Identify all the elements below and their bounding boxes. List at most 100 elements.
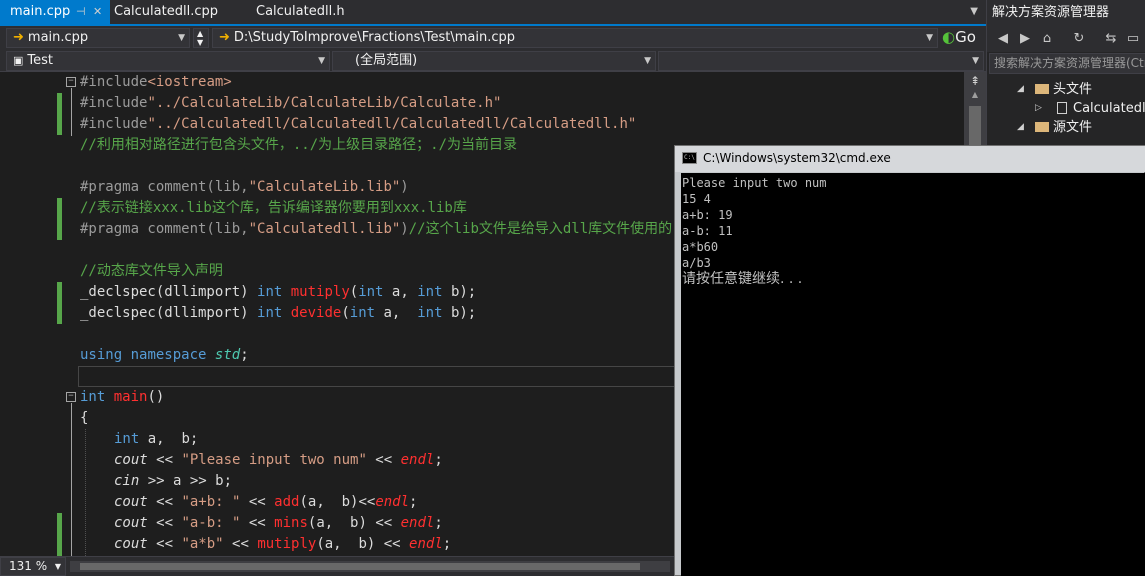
token: cout — [114, 515, 148, 531]
horizontal-scrollbar[interactable] — [70, 561, 670, 572]
tree-item-header-files[interactable]: ◢ 头文件 — [1017, 80, 1092, 99]
close-icon[interactable]: ✕ — [93, 0, 102, 24]
scope-combo-value: (全局范围) — [355, 53, 418, 68]
chevron-down-icon: ▼ — [644, 56, 651, 66]
zoom-combo[interactable]: 131 % ▼ — [0, 557, 66, 576]
code-line-17: { — [80, 410, 89, 426]
collapse-icon[interactable]: − — [66, 77, 76, 87]
lib-name: "CalculateLib.lib" — [248, 179, 401, 195]
function-name: mutiply — [290, 284, 350, 300]
token: using — [80, 347, 123, 363]
tab-label: Calculatedll.cpp — [114, 4, 218, 19]
arrow-icon: ➜ — [13, 30, 24, 45]
solution-search-input[interactable]: 搜索解决方案资源管理器(Ctrl — [989, 53, 1145, 74]
forward-icon[interactable]: ▶ — [1017, 30, 1033, 48]
token: ; — [434, 452, 443, 468]
solution-explorer-toolbar: ◀ ▶ ⌂ ↻ ⇆ ▭ — [987, 26, 1145, 52]
pragma: #pragma comment(lib, — [80, 221, 249, 237]
collapse-icon[interactable]: − — [66, 392, 76, 402]
member-combo[interactable]: ▼ — [658, 51, 984, 71]
token: << — [147, 494, 182, 510]
console-title: C:\Windows\system32\cmd.exe — [703, 151, 891, 165]
console-line: Please input two num — [682, 176, 827, 190]
token: ; — [442, 536, 452, 552]
paren: ) — [400, 179, 409, 195]
scroll-thumb[interactable] — [80, 563, 640, 570]
code-line-4: //利用相对路径进行包含头文件，../为上级目录路径；./为当前目录 — [80, 137, 517, 153]
code-line-8: #pragma comment(lib,"Calculatedll.lib")/… — [80, 219, 672, 240]
collapse-icon[interactable]: ▭ — [1125, 30, 1141, 48]
scroll-up-icon[interactable]: ▲ — [964, 90, 986, 102]
token: a, — [383, 284, 418, 300]
tree-item-source-files[interactable]: ◢ 源文件 — [1017, 118, 1092, 137]
code-line-14: using namespace std; — [80, 345, 249, 366]
tree-item-calculatedll-h[interactable]: ▷ Calculatedll.h — [1035, 99, 1145, 118]
token: >> a >> b; — [139, 473, 233, 489]
token: << — [147, 536, 182, 552]
scope-combo[interactable]: (全局范围) ▼ — [332, 51, 656, 71]
lib-name: "Calculatedll.lib" — [248, 221, 401, 237]
include-path: <iostream> — [147, 74, 232, 90]
console-line: a+b: 19 — [682, 208, 733, 222]
pin-icon[interactable]: ⊣ — [76, 0, 86, 24]
console-line: 请按任意键继续. . . — [682, 271, 803, 287]
function-name: devide — [290, 305, 342, 321]
change-marker — [57, 282, 62, 324]
tab-calculatedll-cpp[interactable]: Calculatedll.cpp — [104, 0, 244, 24]
expanded-triangle-icon[interactable]: ◢ — [1017, 118, 1024, 137]
code-line-3: #include"../Calculatedll/Calculatedll/Ca… — [80, 114, 636, 135]
token: (a, b) << — [316, 536, 410, 552]
navigation-bar: ➜ main.cpp ▼ ▲ ▼ ➜ D:\StudyToImprove\Fracti… — [0, 27, 986, 50]
file-combo[interactable]: ➜ main.cpp ▼ — [6, 28, 190, 48]
code-line-18: int a, b; — [114, 429, 198, 450]
scope-bar: ▣ Test ▼ (全局范围) ▼ ▼ — [0, 50, 986, 72]
token: a, b; — [139, 431, 199, 447]
token: namespace — [130, 347, 207, 363]
console-line: a/b3 — [682, 256, 711, 270]
string-literal: "a-b: " — [181, 515, 241, 531]
token: ( — [341, 305, 350, 321]
history-icon[interactable]: ↻ — [1071, 30, 1087, 48]
tree-item-label: 头文件 — [1053, 82, 1093, 97]
tab-overflow-dropdown-icon[interactable]: ▼ — [970, 0, 978, 24]
path-combo[interactable]: ➜ D:\StudyToImprove\Fractions\Test\main.c… — [212, 28, 938, 48]
token: int — [257, 305, 283, 321]
token: a, — [375, 305, 418, 321]
zoom-value: 131 % — [9, 559, 48, 573]
split-view-icon[interactable]: ⇞ — [966, 74, 984, 88]
token: ; — [434, 515, 443, 531]
chevron-down-icon: ▼ — [318, 56, 325, 66]
project-combo-value: Test — [27, 53, 54, 68]
string-literal: "a+b: " — [181, 494, 241, 510]
file-icon — [1057, 102, 1067, 114]
token: << — [240, 515, 275, 531]
go-button[interactable]: ◐Go — [940, 28, 980, 48]
console-window[interactable]: C:\ C:\Windows\system32\cmd.exe Please i… — [674, 145, 1145, 576]
console-output[interactable]: Please input two num 15 4 a+b: 19 a-b: 1… — [681, 173, 1145, 576]
console-title-bar[interactable]: C:\ C:\Windows\system32\cmd.exe — [675, 146, 1145, 172]
token: cout — [114, 452, 148, 468]
arrow-icon: ➜ — [219, 30, 230, 45]
spin-button[interactable]: ▲ ▼ — [193, 28, 209, 48]
chevron-down-icon: ▼ — [972, 56, 979, 66]
code-line-12: _declspec(dllimport) int devide(int a, i… — [80, 303, 476, 324]
token: b); — [442, 305, 477, 321]
code-line-2: #include"../CalculateLib/CalculateLib/Ca… — [80, 93, 501, 114]
string-literal: "Please input two num" — [181, 452, 367, 468]
tab-calculatedll-h[interactable]: Calculatedll.h — [246, 0, 366, 24]
change-marker — [57, 198, 62, 240]
preprocessor: #include — [80, 74, 148, 90]
code-line-19: cout << "Please input two num" << endl; — [114, 450, 443, 471]
collapsed-triangle-icon[interactable]: ▷ — [1035, 99, 1042, 118]
token: _declspec(dllimport) — [80, 284, 258, 300]
token: endl — [400, 452, 435, 468]
expanded-triangle-icon[interactable]: ◢ — [1017, 80, 1024, 99]
tab-main-cpp[interactable]: main.cpp ⊣ ✕ — [0, 0, 110, 24]
project-combo[interactable]: ▣ Test ▼ — [6, 51, 330, 71]
home-icon[interactable]: ⌂ — [1039, 30, 1055, 48]
sync-icon[interactable]: ⇆ — [1103, 30, 1119, 48]
back-icon[interactable]: ◀ — [995, 30, 1011, 48]
